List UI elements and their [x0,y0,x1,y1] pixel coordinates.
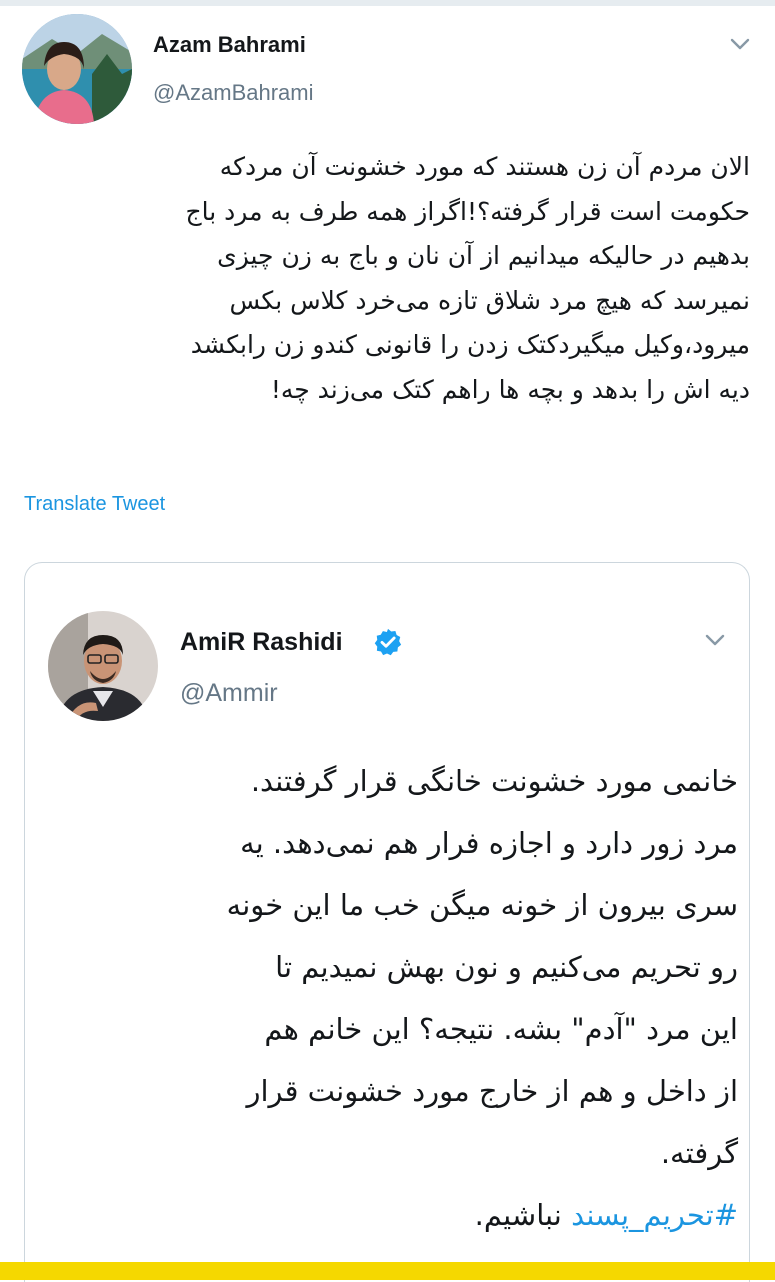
quoted-author-handle[interactable]: @Ammir [180,679,278,708]
tweet-line: دیه اش را بدهد و بچه ها راهم کتک می‌زند … [270,374,750,404]
tweet-line: الان مردم آن زن هستند که مورد خشونت آن م… [219,152,750,181]
avatar-azam[interactable] [22,14,132,124]
top-divider [0,0,775,6]
translate-tweet-link[interactable]: Translate Tweet [24,493,165,516]
tweet-line: گرفته. [660,1136,738,1170]
verified-badge-icon [373,627,403,657]
quoted-author-name[interactable]: AmiR Rashidi [180,628,343,657]
tweet-line-hashtag: #تحریم_پسند نباشیم. [48,1184,738,1246]
tweet-line: حکومت است قرار گرفته؟!اگراز همه طرف به م… [185,196,750,226]
highlight-bar [0,1262,775,1280]
avatar-amir[interactable] [48,611,158,721]
quoted-tweet-body: خانمی مورد خشونت خانگی قرار گرفتند. مرد … [48,750,738,1246]
tweet-body: الان مردم آن زن هستند که مورد خشونت آن م… [20,145,750,412]
hashtag-link[interactable]: #تحریم_پسند [571,1198,738,1232]
tweet-line: خانمی مورد خشونت خانگی قرار گرفتند. [250,764,738,798]
tweet-line: بدهیم در حالیکه میدانیم از آن نان و باج … [217,241,750,270]
tweet-line: از داخل و هم از خارج مورد خشونت قرار [246,1074,739,1108]
tweet-line: میرود،وکیل میگیردکتک زدن را قانونی کندو … [190,330,750,359]
chevron-down-icon[interactable] [728,32,752,56]
tweet-line: سری بیرون از خونه میگن خب ما این خونه [226,888,738,922]
tweet-line: این مرد "آدم" بشه. نتیجه؟ این خانم هم [264,1012,738,1046]
quoted-chevron-down-icon[interactable] [703,628,727,652]
tweet-line: مرد زور دارد و اجازه فرار هم نمی‌دهد. یه [240,826,738,860]
hashtag-trailing-text: نباشیم. [474,1198,572,1232]
author-handle[interactable]: @AzamBahrami [153,80,314,106]
tweet-line: نمیرسد که هیچ مرد شلاق تازه می‌خرد کلاس … [229,285,750,315]
tweet-line: رو تحریم می‌کنیم و نون بهش نمیدیم تا [275,950,738,984]
author-name[interactable]: Azam Bahrami [153,32,306,58]
